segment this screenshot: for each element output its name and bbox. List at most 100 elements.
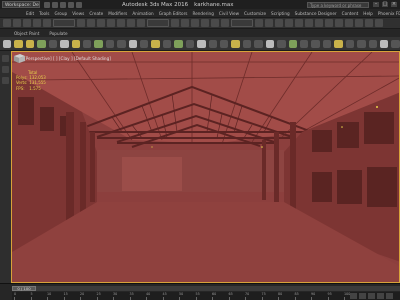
align-icon[interactable] xyxy=(265,19,273,27)
redo-icon[interactable] xyxy=(13,19,21,27)
spinner-snap-icon[interactable] xyxy=(221,19,229,27)
select-manipulate-icon[interactable] xyxy=(181,19,189,27)
viewcube-icon[interactable] xyxy=(12,52,26,64)
menu-item[interactable]: Views xyxy=(72,11,84,16)
next-frame-icon[interactable] xyxy=(377,293,384,299)
sky-icon[interactable] xyxy=(334,39,343,48)
cylinder-icon[interactable] xyxy=(208,39,218,48)
sun-icon[interactable] xyxy=(14,39,23,48)
text-icon[interactable] xyxy=(265,39,275,48)
redo-icon[interactable] xyxy=(76,1,82,8)
reference-coordinate-dropdown[interactable] xyxy=(147,19,169,27)
previous-frame-icon[interactable] xyxy=(359,293,366,299)
target-light-icon[interactable] xyxy=(231,39,240,48)
cloth-icon[interactable] xyxy=(185,39,195,48)
pivot-center-icon[interactable] xyxy=(171,19,179,27)
menu-item[interactable]: Phoenix FD xyxy=(378,11,400,16)
spline-icon[interactable] xyxy=(277,39,286,48)
select-by-name-icon[interactable] xyxy=(87,19,95,27)
menu-item[interactable]: Edit xyxy=(26,11,34,16)
maximize-icon[interactable]: □ xyxy=(382,2,388,7)
zoom-icon[interactable] xyxy=(2,77,9,84)
schematic-view-icon[interactable] xyxy=(305,19,313,27)
grass-icon[interactable] xyxy=(288,39,297,48)
go-to-start-icon[interactable] xyxy=(350,293,357,299)
minimize-icon[interactable]: – xyxy=(373,2,379,7)
scatter-icon[interactable] xyxy=(174,39,183,48)
omni-light-icon[interactable] xyxy=(25,39,35,48)
rendered-frame-icon[interactable] xyxy=(335,19,343,27)
sphere-icon[interactable] xyxy=(117,39,126,48)
close-icon[interactable]: × xyxy=(391,2,397,7)
window-crossing-icon[interactable] xyxy=(107,19,115,27)
link-icon[interactable] xyxy=(23,19,31,27)
activeshade-icon[interactable] xyxy=(365,19,373,27)
play-icon[interactable] xyxy=(368,293,375,299)
named-selection-dropdown[interactable] xyxy=(231,19,253,27)
menu-item[interactable]: Modifiers xyxy=(108,11,127,16)
rotate-icon[interactable] xyxy=(127,19,135,27)
curve-editor-icon[interactable] xyxy=(295,19,303,27)
menu-item[interactable]: Tools xyxy=(39,11,49,16)
hierarchy-icon[interactable] xyxy=(345,39,355,48)
undo-icon[interactable] xyxy=(68,1,74,8)
vray-light-icon[interactable] xyxy=(71,39,80,48)
selection-filter-dropdown[interactable] xyxy=(53,19,75,27)
select-object-icon[interactable] xyxy=(77,19,85,27)
lock-icon[interactable] xyxy=(379,39,389,48)
bind-space-warp-icon[interactable] xyxy=(43,19,51,27)
material-editor-icon[interactable] xyxy=(315,19,323,27)
modifier-icon[interactable] xyxy=(299,39,309,48)
rectangular-selection-icon[interactable] xyxy=(97,19,105,27)
save-file-icon[interactable] xyxy=(60,1,66,8)
time-slider[interactable]: 0 / 100 xyxy=(12,286,400,291)
orbit-icon[interactable] xyxy=(2,55,9,62)
menu-item[interactable]: Rendering xyxy=(192,11,213,16)
new-file-icon[interactable] xyxy=(44,1,50,8)
ribbon-tab[interactable]: Populate xyxy=(49,31,67,36)
menu-item[interactable]: Group xyxy=(54,11,67,16)
plant-icon[interactable] xyxy=(37,39,46,48)
time-slider-handle[interactable]: 0 / 100 xyxy=(12,286,36,291)
pan-icon[interactable] xyxy=(2,66,9,73)
track-bar[interactable]: 0 5 10 15 20 25 30 35 40 45 50 55 60 65 70 75 80 85 90 95 10… xyxy=(12,292,400,300)
display-icon[interactable] xyxy=(322,39,332,48)
angle-snap-icon[interactable] xyxy=(201,19,209,27)
undo-icon[interactable] xyxy=(3,19,11,27)
material-icon[interactable] xyxy=(128,39,138,48)
menu-item[interactable]: Civil View xyxy=(219,11,239,16)
ies-light-icon[interactable] xyxy=(151,39,160,48)
utility-icon[interactable] xyxy=(311,39,320,48)
render-production-icon[interactable] xyxy=(345,19,353,27)
helper-icon[interactable] xyxy=(254,39,263,48)
light-icon[interactable] xyxy=(3,39,12,48)
perspective-viewport[interactable]: [+] [Perspective] [ ] [Clay ] [Default S… xyxy=(11,51,400,283)
menu-item[interactable]: Substance Designer xyxy=(295,11,337,16)
graphite-toggle-icon[interactable] xyxy=(285,19,293,27)
snap-toggle-icon[interactable] xyxy=(191,19,199,27)
menu-item[interactable]: Customize xyxy=(244,11,266,16)
open-file-icon[interactable] xyxy=(52,1,58,8)
search-input[interactable]: Type a keyword or phrase xyxy=(307,1,369,8)
vray-frame-buffer-icon[interactable] xyxy=(375,19,383,27)
menu-item[interactable]: Help xyxy=(363,11,373,16)
teapot-icon[interactable] xyxy=(60,39,69,48)
settings-icon[interactable] xyxy=(368,39,377,48)
render-setup-icon[interactable] xyxy=(325,19,333,27)
go-to-end-icon[interactable] xyxy=(386,293,393,299)
layer-manager-icon[interactable] xyxy=(275,19,283,27)
percent-snap-icon[interactable] xyxy=(211,19,219,27)
forest-icon[interactable] xyxy=(162,39,172,48)
box-icon[interactable] xyxy=(197,39,206,48)
menu-item[interactable]: Content xyxy=(342,11,359,16)
ribbon-tab[interactable]: Object Paint xyxy=(14,31,39,36)
camera-icon[interactable] xyxy=(48,39,58,48)
dummy-icon[interactable] xyxy=(242,39,252,48)
menu-item[interactable]: Graph Editors xyxy=(159,11,188,16)
menu-item[interactable]: Animation xyxy=(132,11,153,16)
menu-item[interactable]: Scripting xyxy=(271,11,290,16)
mirror-icon[interactable] xyxy=(255,19,263,27)
plane-icon[interactable] xyxy=(105,39,115,48)
tube-icon[interactable] xyxy=(220,39,229,48)
vray-proxy-icon[interactable] xyxy=(82,39,92,48)
